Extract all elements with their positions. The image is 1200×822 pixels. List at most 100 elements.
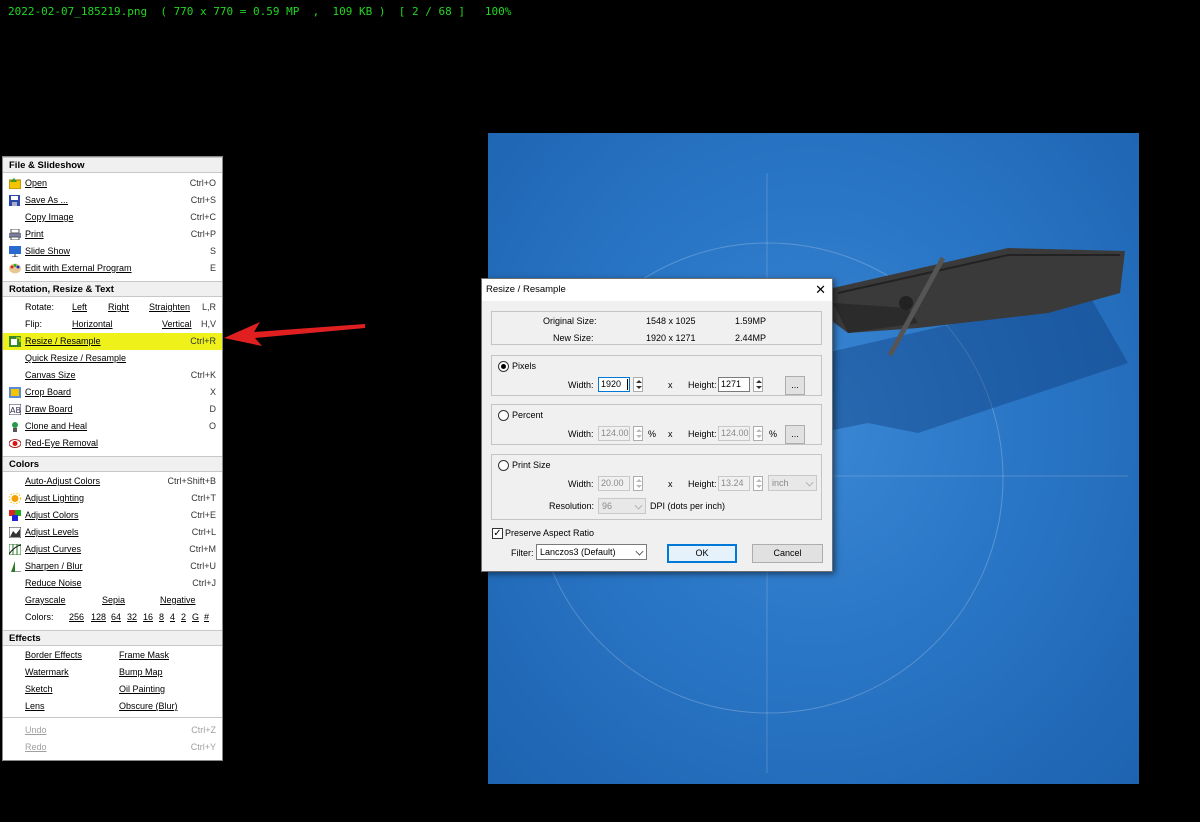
menu-item-undo[interactable]: Undo Ctrl+Z bbox=[3, 722, 222, 739]
ok-button[interactable]: OK bbox=[667, 544, 737, 563]
menu-item-adjust-lighting[interactable]: Adjust Lighting Ctrl+T bbox=[3, 490, 222, 507]
print-size-radio[interactable] bbox=[498, 460, 509, 471]
pixels-width-spinner[interactable] bbox=[633, 377, 643, 392]
menu-item-copy-image[interactable]: Copy Image Ctrl+C bbox=[3, 209, 222, 226]
percent-radio[interactable] bbox=[498, 410, 509, 421]
print-height-spinner[interactable] bbox=[753, 476, 763, 491]
menu-item-print[interactable]: Print Ctrl+P bbox=[3, 226, 222, 243]
sun-icon bbox=[9, 492, 21, 505]
menu-item-edit-external[interactable]: Edit with External Program E bbox=[3, 260, 222, 277]
menu-row-effects-1: Border Effects Frame Mask bbox=[3, 647, 222, 664]
colors-8-option[interactable]: 8 bbox=[159, 609, 164, 626]
section-rotation-resize: Rotation, Resize & Text bbox=[3, 281, 222, 297]
percent-width-spinner[interactable] bbox=[633, 426, 643, 441]
menu-item-crop-board[interactable]: Crop Board X bbox=[3, 384, 222, 401]
lens-option[interactable]: Lens bbox=[25, 698, 45, 715]
menu-item-save-as[interactable]: Save As ... Ctrl+S bbox=[3, 192, 222, 209]
colors-64-option[interactable]: 64 bbox=[111, 609, 121, 626]
filter-label: Filter: bbox=[511, 548, 534, 558]
resolution-label: Resolution: bbox=[549, 501, 595, 511]
new-size-value: 1920 x 1271 bbox=[646, 333, 696, 343]
original-size-value: 1548 x 1025 bbox=[646, 316, 696, 326]
menu-item-clone-heal[interactable]: Clone and Heal O bbox=[3, 418, 222, 435]
menu-item-red-eye[interactable]: Red-Eye Removal bbox=[3, 435, 222, 452]
pixels-label: Pixels bbox=[512, 361, 537, 371]
print-width-input[interactable]: 20.00 bbox=[598, 476, 630, 491]
pixels-height-input[interactable]: 1271 bbox=[718, 377, 750, 392]
menu-item-resize-resample[interactable]: Resize / Resample Ctrl+R bbox=[3, 333, 222, 350]
percent-more-button[interactable]: ... bbox=[785, 425, 805, 444]
pixels-width-label: Width: bbox=[568, 380, 594, 390]
menu-item-sharpen-blur[interactable]: Sharpen / Blur Ctrl+U bbox=[3, 558, 222, 575]
menu-item-auto-adjust[interactable]: Auto-Adjust Colors Ctrl+Shift+B bbox=[3, 473, 222, 490]
flip-horizontal-option[interactable]: Horizontal bbox=[72, 316, 113, 333]
status-bar: 2022-02-07_185219.png ( 770 x 770 = 0.59… bbox=[8, 5, 512, 18]
menu-row-effects-3: Sketch Oil Painting bbox=[3, 681, 222, 698]
original-size-label: Original Size: bbox=[543, 316, 597, 326]
resolution-select[interactable]: 96 bbox=[598, 498, 646, 514]
menu-item-adjust-colors[interactable]: Adjust Colors Ctrl+E bbox=[3, 507, 222, 524]
percent-width-label: Width: bbox=[568, 429, 594, 439]
menu-item-adjust-curves[interactable]: Adjust Curves Ctrl+M bbox=[3, 541, 222, 558]
cancel-button[interactable]: Cancel bbox=[752, 544, 823, 563]
percent-group: Percent Width: 124.00 % x Height: 124.00… bbox=[491, 404, 822, 445]
section-file-slideshow: File & Slideshow bbox=[3, 157, 222, 173]
preserve-aspect-checkbox[interactable]: ✓ bbox=[492, 528, 503, 539]
menu-item-adjust-levels[interactable]: Adjust Levels Ctrl+L bbox=[3, 524, 222, 541]
menu-item-canvas-size[interactable]: Canvas Size Ctrl+K bbox=[3, 367, 222, 384]
menu-item-draw-board[interactable]: AB Draw Board D bbox=[3, 401, 222, 418]
colors-4-option[interactable]: 4 bbox=[170, 609, 175, 626]
colors-128-option[interactable]: 128 bbox=[91, 609, 106, 626]
bump-map-option[interactable]: Bump Map bbox=[119, 664, 163, 681]
obscure-blur-option[interactable]: Obscure (Blur) bbox=[119, 698, 178, 715]
colors-g-option[interactable]: G bbox=[192, 609, 199, 626]
rotate-right-option[interactable]: Right bbox=[108, 299, 129, 316]
sharpen-icon bbox=[9, 561, 21, 573]
close-icon[interactable]: ✕ bbox=[815, 282, 826, 298]
colors-256-option[interactable]: 256 bbox=[69, 609, 84, 626]
colors-32-option[interactable]: 32 bbox=[127, 609, 137, 626]
menu-row-rotate: Rotate: Left Right Straighten L,R bbox=[3, 299, 222, 316]
menu-row-flip: Flip: Horizontal Vertical H,V bbox=[3, 316, 222, 333]
print-unit-select[interactable]: inch bbox=[768, 475, 817, 491]
menu-item-reduce-noise[interactable]: Reduce Noise Ctrl+J bbox=[3, 575, 222, 592]
pixels-more-button[interactable]: ... bbox=[785, 376, 805, 395]
menu-row-colors-depth: Colors: 256 128 64 32 16 8 4 2 G # bbox=[3, 609, 222, 626]
levels-icon bbox=[8, 526, 22, 539]
percent-x-label: x bbox=[668, 429, 673, 439]
negative-option[interactable]: Negative bbox=[160, 592, 196, 609]
print-height-label: Height: bbox=[688, 479, 717, 489]
frame-mask-option[interactable]: Frame Mask bbox=[119, 647, 169, 664]
percent-height-input[interactable]: 124.00 bbox=[718, 426, 750, 441]
menu-item-slide-show[interactable]: Slide Show S bbox=[3, 243, 222, 260]
oil-painting-option[interactable]: Oil Painting bbox=[119, 681, 165, 698]
menu-item-redo[interactable]: Redo Ctrl+Y bbox=[3, 739, 222, 756]
pixels-height-spinner[interactable] bbox=[753, 377, 763, 392]
percent-width-input[interactable]: 124.00 bbox=[598, 426, 630, 441]
pixels-width-input[interactable]: 1920 bbox=[598, 377, 630, 392]
sketch-option[interactable]: Sketch bbox=[25, 681, 53, 698]
filter-select[interactable]: Lanczos3 (Default) bbox=[536, 544, 647, 560]
print-height-input[interactable]: 13.24 bbox=[718, 476, 750, 491]
colors-hash-option[interactable]: # bbox=[204, 609, 209, 626]
print-width-spinner[interactable] bbox=[633, 476, 643, 491]
border-effects-option[interactable]: Border Effects bbox=[25, 647, 82, 664]
straighten-option[interactable]: Straighten bbox=[149, 299, 190, 316]
percent-height-spinner[interactable] bbox=[753, 426, 763, 441]
printer-icon bbox=[9, 228, 21, 241]
watermark-option[interactable]: Watermark bbox=[25, 664, 69, 681]
colors-16-option[interactable]: 16 bbox=[143, 609, 153, 626]
menu-item-open[interactable]: Open Ctrl+O bbox=[3, 175, 222, 192]
pixels-radio[interactable] bbox=[498, 361, 509, 372]
grayscale-option[interactable]: Grayscale bbox=[25, 592, 66, 609]
print-x-label: x bbox=[668, 479, 673, 489]
rotate-left-option[interactable]: Left bbox=[72, 299, 87, 316]
clone-icon bbox=[9, 421, 21, 432]
eye-icon bbox=[8, 438, 22, 449]
preserve-aspect-label: Preserve Aspect Ratio bbox=[505, 528, 595, 538]
colors-2-option[interactable]: 2 bbox=[181, 609, 186, 626]
sepia-option[interactable]: Sepia bbox=[102, 592, 125, 609]
menu-item-quick-resize[interactable]: Quick Resize / Resample bbox=[3, 350, 222, 367]
flip-vertical-option[interactable]: Vertical bbox=[162, 316, 192, 333]
dialog-titlebar: Resize / Resample ✕ bbox=[482, 279, 832, 301]
